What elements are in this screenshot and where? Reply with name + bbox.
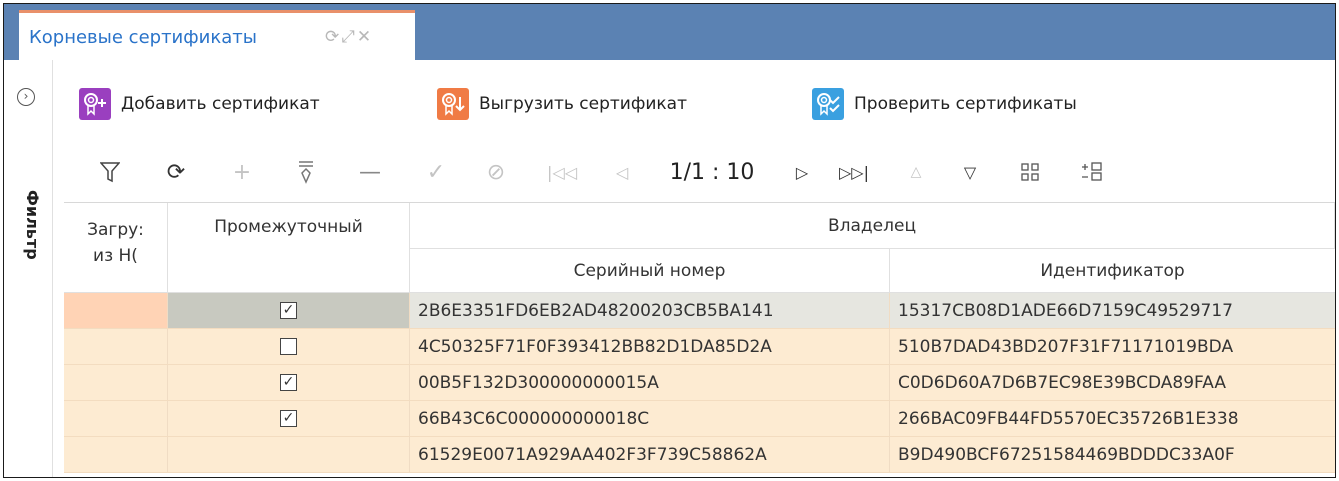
checkbox-checked[interactable]: ✓ — [280, 374, 297, 391]
expand-icon[interactable]: ⤢ — [341, 27, 357, 47]
header-loaded[interactable]: Загру: из Н( — [64, 203, 168, 293]
prev-page-icon[interactable]: ◁ — [604, 154, 640, 190]
table-row[interactable]: 61529E0071A929AA402F3F739C58862A B9D490B… — [64, 437, 1335, 473]
grid-toolbar: ⟳ + — ✓ ⊘ |◁◁ ◁ 1/1 : 10 ▷ ▷▷| △ ▽ — [92, 154, 1332, 190]
cell-intermediate: ✓ — [168, 401, 410, 436]
certificates-grid: Загру: из Н( Промежуточный Владелец Сери… — [64, 202, 1335, 477]
filter-icon[interactable] — [92, 154, 128, 190]
cell-loaded — [64, 365, 168, 400]
cell-intermediate: ✓ — [168, 365, 410, 400]
cell-serial: 4C50325F71F0F393412BB82D1DA85D2A — [410, 329, 890, 364]
header-serial[interactable]: Серийный номер — [410, 249, 890, 293]
refresh-icon[interactable]: ⟳ — [158, 154, 194, 190]
filter-panel[interactable]: › Фильтр — [4, 60, 53, 477]
delete-icon[interactable]: — — [352, 154, 388, 190]
table-row[interactable]: ✓ 66B43C6C000000000018C 266BAC09FB44FD55… — [64, 401, 1335, 437]
cell-intermediate — [168, 437, 410, 472]
check-certificates-label: Проверить сертификаты — [854, 94, 1077, 114]
table-row[interactable]: ✓ 00B5F132D300000000015A C0D6D60A7D6B7EC… — [64, 365, 1335, 401]
filter-label[interactable]: Фильтр — [23, 190, 42, 260]
close-icon[interactable]: ✕ — [357, 27, 373, 47]
cell-intermediate — [168, 329, 410, 364]
pager-display: 1/1 : 10 — [669, 159, 755, 185]
first-page-icon[interactable]: |◁◁ — [544, 154, 580, 190]
columns-icon[interactable] — [1012, 154, 1048, 190]
grouping-icon[interactable] — [1074, 154, 1110, 190]
cell-identifier: 510B7DAD43BD207F31F71171019BDA — [898, 336, 1234, 357]
edit-icon[interactable] — [288, 154, 324, 190]
confirm-icon[interactable]: ✓ — [418, 154, 454, 190]
cell-intermediate: ✓ — [168, 293, 410, 328]
checkbox-unchecked[interactable] — [280, 338, 297, 355]
cell-serial: 66B43C6C000000000018C — [410, 401, 890, 436]
next-page-icon[interactable]: ▷ — [784, 154, 820, 190]
add-icon[interactable]: + — [224, 154, 260, 190]
cell-loaded — [64, 437, 168, 472]
export-certificate-label: Выгрузить сертификат — [479, 94, 688, 114]
cell-loaded — [64, 401, 168, 436]
chevron-right-circle-icon[interactable]: › — [17, 88, 35, 106]
check-certificates-button[interactable]: Проверить сертификаты — [812, 88, 1077, 120]
cell-loaded — [64, 293, 168, 328]
tab-controls: ⟳⤢✕ — [325, 27, 373, 47]
add-certificate-button[interactable]: Добавить сертификат — [79, 88, 320, 120]
checkbox-checked[interactable]: ✓ — [280, 410, 297, 427]
header-intermediate[interactable]: Промежуточный — [168, 203, 410, 293]
certificate-check-icon — [812, 88, 844, 120]
cell-identifier: C0D6D60A7D6B7EC98E39BCDA89FAA — [898, 372, 1226, 393]
cell-serial: 2B6E3351FD6EB2AD48200203CB5BA141 — [410, 293, 890, 328]
tab-root-certificates[interactable]: Корневые сертификаты ⟳⤢✕ — [19, 10, 415, 60]
cell-serial: 00B5F132D300000000015A — [410, 365, 890, 400]
header-identifier[interactable]: Идентификатор — [890, 249, 1335, 293]
certificate-export-icon — [437, 88, 469, 120]
sort-down-icon[interactable]: ▽ — [952, 154, 988, 190]
app-window: Корневые сертификаты ⟳⤢✕ › Фильтр Добави… — [3, 3, 1336, 478]
cell-identifier: B9D490BCF67251584469BDDDC33A0F — [898, 444, 1235, 465]
tab-bar: Корневые сертификаты ⟳⤢✕ — [4, 4, 1335, 60]
tab-title: Корневые сертификаты — [29, 27, 257, 48]
add-certificate-label: Добавить сертификат — [121, 94, 320, 114]
last-page-icon[interactable]: ▷▷| — [836, 154, 872, 190]
export-certificate-button[interactable]: Выгрузить сертификат — [437, 88, 687, 120]
refresh-icon[interactable]: ⟳ — [325, 27, 341, 47]
cell-loaded — [64, 329, 168, 364]
cancel-icon[interactable]: ⊘ — [478, 154, 514, 190]
cell-serial: 61529E0071A929AA402F3F739C58862A — [410, 437, 890, 472]
table-row[interactable]: 4C50325F71F0F393412BB82D1DA85D2A 510B7DA… — [64, 329, 1335, 365]
table-row[interactable]: ✓ 2B6E3351FD6EB2AD48200203CB5BA141 15317… — [64, 293, 1335, 329]
sort-up-icon[interactable]: △ — [898, 154, 934, 190]
header-owner: Владелец — [410, 203, 1335, 249]
cell-identifier: 15317CB08D1ADE66D7159C49529717 — [890, 293, 1335, 328]
certificate-add-icon — [79, 88, 111, 120]
cell-identifier: 266BAC09FB44FD5570EC35726B1E338 — [898, 408, 1239, 429]
checkbox-checked[interactable]: ✓ — [280, 302, 297, 319]
